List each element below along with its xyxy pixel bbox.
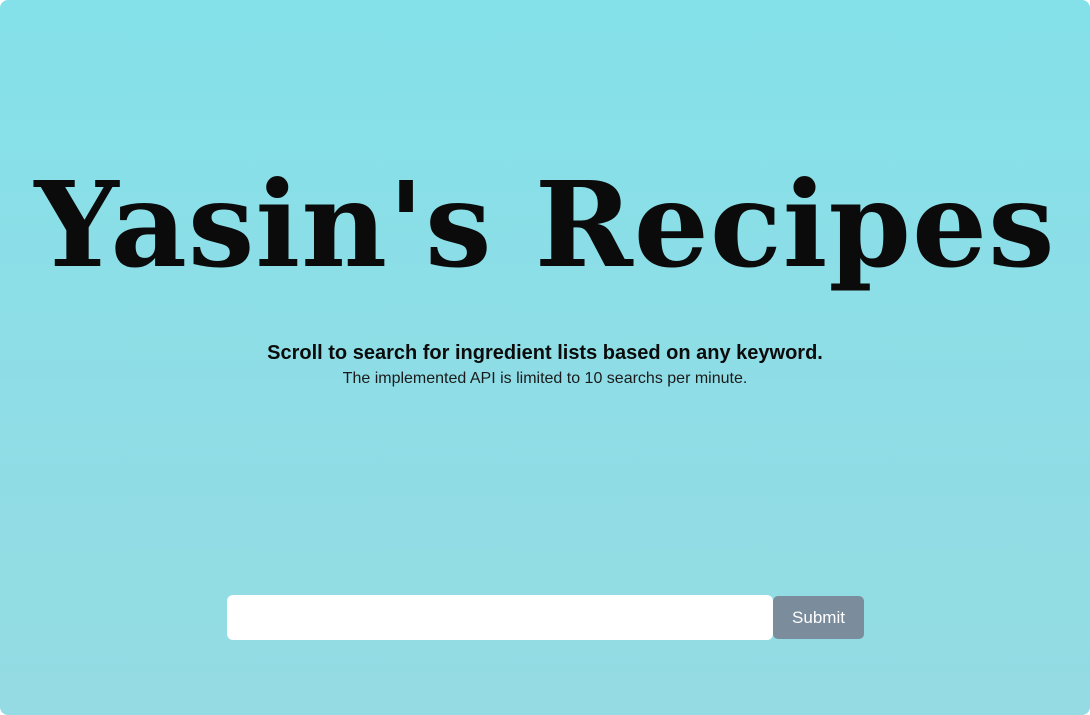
search-form: Submit bbox=[227, 595, 864, 640]
page-title: Yasin's Recipes bbox=[34, 155, 1056, 294]
search-input[interactable] bbox=[227, 595, 773, 640]
tagline: Scroll to search for ingredient lists ba… bbox=[267, 342, 823, 364]
api-limit-note: The implemented API is limited to 10 sea… bbox=[342, 370, 748, 387]
app-page: Yasin's Recipes Scroll to search for ing… bbox=[0, 0, 1090, 715]
submit-button[interactable]: Submit bbox=[773, 596, 864, 639]
